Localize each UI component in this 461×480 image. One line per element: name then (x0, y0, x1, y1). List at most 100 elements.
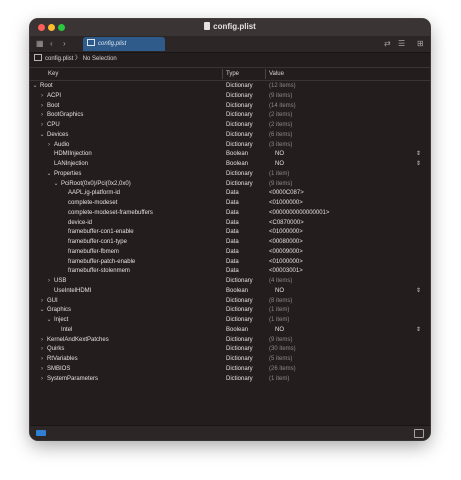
status-indicator-icon[interactable] (36, 430, 46, 436)
list-icon[interactable]: ☰ (398, 39, 405, 49)
row-value[interactable]: NO (275, 287, 284, 297)
table-row[interactable]: framebuffer-patch-enable Data <01000000> (30, 258, 430, 268)
row-value[interactable]: (30 items) (269, 345, 296, 355)
row-value[interactable]: <01000000> (269, 199, 303, 209)
row-type[interactable]: Dictionary (226, 277, 253, 287)
sidebar-icon[interactable]: ▦ (36, 39, 44, 49)
row-key[interactable]: Quirks (47, 345, 64, 355)
row-type[interactable]: Dictionary (226, 131, 253, 141)
row-type[interactable]: Boolean (226, 287, 248, 297)
row-key[interactable]: ACPI (47, 92, 61, 102)
row-type[interactable]: Dictionary (226, 365, 253, 375)
column-divider[interactable] (265, 69, 266, 79)
row-type[interactable]: Dictionary (226, 306, 253, 316)
table-row[interactable]: › BootGraphics Dictionary (2 items) (30, 111, 430, 121)
row-key[interactable]: Inject (54, 316, 68, 326)
table-row[interactable]: LANInjection Boolean NO ⇕ (30, 160, 430, 170)
chevron-right-icon[interactable]: › (39, 365, 45, 375)
chevron-down-icon[interactable]: ⌄ (46, 170, 52, 180)
row-value[interactable]: (2 items) (269, 121, 292, 131)
boolean-stepper-icon[interactable]: ⇕ (416, 160, 421, 170)
breadcrumb-file[interactable]: config.plist (45, 56, 73, 62)
row-type[interactable]: Dictionary (226, 355, 253, 365)
row-key[interactable]: Graphics (47, 306, 71, 316)
chevron-right-icon[interactable]: › (39, 297, 45, 307)
boolean-stepper-icon[interactable]: ⇕ (416, 150, 421, 160)
tab-config-plist[interactable]: config.plist (83, 37, 165, 51)
back-arrow-icon[interactable]: ‹ (50, 39, 53, 49)
table-row[interactable]: complete-modeset-framebuffers Data <000000… (30, 209, 430, 219)
table-row[interactable]: › GUI Dictionary (8 items) (30, 297, 430, 307)
row-value[interactable]: (5 items) (269, 355, 292, 365)
row-type[interactable]: Dictionary (226, 102, 253, 112)
table-row[interactable]: ⌄ PciRoot(0x0)/Pci(0x2,0x0) Dictionary (9 i… (30, 180, 430, 190)
row-type[interactable]: Boolean (226, 326, 248, 336)
row-key[interactable]: complete-modeset (68, 199, 117, 209)
row-key[interactable]: CPU (47, 121, 60, 131)
column-value[interactable]: Value (269, 68, 284, 80)
column-divider[interactable] (222, 69, 223, 79)
table-row[interactable]: ⌄ Root Dictionary (12 items) (30, 82, 430, 92)
chevron-right-icon[interactable]: › (39, 102, 45, 112)
row-type[interactable]: Dictionary (226, 297, 253, 307)
table-row[interactable]: framebuffer-con1-type Data <00080000> (30, 238, 430, 248)
table-row[interactable]: › USB Dictionary (4 items) (30, 277, 430, 287)
chevron-right-icon[interactable]: › (46, 141, 52, 151)
row-type[interactable]: Dictionary (226, 375, 253, 385)
row-value[interactable]: <0000000000000001> (269, 209, 329, 219)
row-type[interactable]: Data (226, 189, 239, 199)
column-type[interactable]: Type (226, 68, 239, 80)
row-key[interactable]: framebuffer-fbmem (68, 248, 119, 258)
table-row[interactable]: device-id Data <C0870000> (30, 219, 430, 229)
row-value[interactable]: <00003001> (269, 267, 303, 277)
table-row[interactable]: › ACPI Dictionary (9 items) (30, 92, 430, 102)
row-key[interactable]: BootGraphics (47, 111, 83, 121)
row-value[interactable]: <01000000> (269, 258, 303, 268)
swap-icon[interactable]: ⇄ (384, 39, 391, 49)
row-value[interactable]: (1 item) (269, 375, 289, 385)
chevron-right-icon[interactable]: › (39, 336, 45, 346)
row-key[interactable]: PciRoot(0x0)/Pci(0x2,0x0) (61, 180, 131, 190)
row-value[interactable]: <00080000> (269, 238, 303, 248)
table-row[interactable]: Intel Boolean NO ⇕ (30, 326, 430, 336)
table-row[interactable]: framebuffer-stolenmem Data <00003001> (30, 267, 430, 277)
row-value[interactable]: (1 item) (269, 316, 289, 326)
row-key[interactable]: RtVariables (47, 355, 78, 365)
row-key[interactable]: Root (40, 82, 53, 92)
row-key[interactable]: SystemParameters (47, 375, 98, 385)
table-row[interactable]: HDMIInjection Boolean NO ⇕ (30, 150, 430, 160)
chevron-right-icon[interactable]: › (39, 375, 45, 385)
row-type[interactable]: Data (226, 209, 239, 219)
row-key[interactable]: Devices (47, 131, 68, 141)
row-type[interactable]: Boolean (226, 150, 248, 160)
row-value[interactable]: NO (275, 150, 284, 160)
chevron-right-icon[interactable]: › (39, 345, 45, 355)
row-key[interactable]: USB (54, 277, 66, 287)
row-type[interactable]: Dictionary (226, 316, 253, 326)
table-row[interactable]: › CPU Dictionary (2 items) (30, 121, 430, 131)
row-value[interactable]: (9 items) (269, 180, 292, 190)
row-type[interactable]: Dictionary (226, 336, 253, 346)
chevron-right-icon[interactable]: › (39, 92, 45, 102)
row-key[interactable]: device-id (68, 219, 92, 229)
row-value[interactable]: <C0870000> (269, 219, 304, 229)
row-type[interactable]: Dictionary (226, 92, 253, 102)
table-row[interactable]: › Quirks Dictionary (30 items) (30, 345, 430, 355)
table-row[interactable]: UseIntelHDMI Boolean NO ⇕ (30, 287, 430, 297)
row-key[interactable]: LANInjection (54, 160, 88, 170)
row-value[interactable]: (2 items) (269, 111, 292, 121)
row-type[interactable]: Dictionary (226, 180, 253, 190)
row-type[interactable]: Data (226, 219, 239, 229)
chevron-down-icon[interactable]: ⌄ (39, 306, 45, 316)
chevron-right-icon[interactable]: › (39, 111, 45, 121)
row-key[interactable]: AAPL,ig-platform-id (68, 189, 120, 199)
row-type[interactable]: Dictionary (226, 345, 253, 355)
column-key[interactable]: Key (48, 68, 58, 80)
row-value[interactable]: (14 items) (269, 102, 296, 112)
boolean-stepper-icon[interactable]: ⇕ (416, 287, 421, 297)
boolean-stepper-icon[interactable]: ⇕ (416, 326, 421, 336)
row-value[interactable]: NO (275, 326, 284, 336)
row-key[interactable]: framebuffer-con1-type (68, 238, 127, 248)
row-value[interactable]: (8 items) (269, 297, 292, 307)
table-row[interactable]: › Audio Dictionary (3 items) (30, 141, 430, 151)
